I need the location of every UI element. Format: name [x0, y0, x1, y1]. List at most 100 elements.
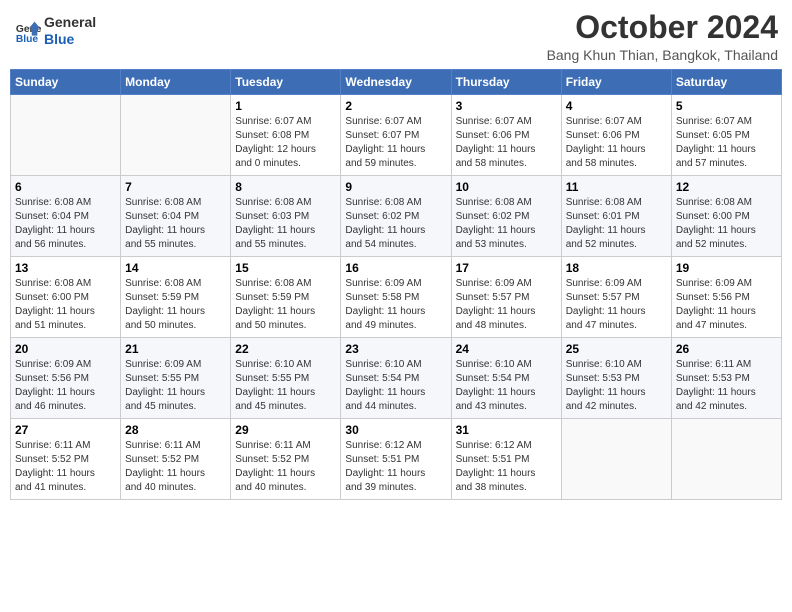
- day-number: 12: [676, 180, 777, 194]
- day-info: Sunrise: 6:08 AM Sunset: 6:02 PM Dayligh…: [456, 196, 557, 252]
- day-number: 24: [456, 342, 557, 356]
- calendar-cell: 9 Sunrise: 6:08 AM Sunset: 6:02 PM Daylig…: [341, 176, 451, 257]
- day-number: 10: [456, 180, 557, 194]
- day-header-monday: Monday: [121, 70, 231, 95]
- day-info: Sunrise: 6:08 AM Sunset: 6:04 PM Dayligh…: [15, 196, 116, 252]
- day-number: 14: [125, 261, 226, 275]
- calendar-cell: 25 Sunrise: 6:10 AM Sunset: 5:53 PM Dayli…: [561, 338, 671, 419]
- day-info: Sunrise: 6:12 AM Sunset: 5:51 PM Dayligh…: [456, 439, 557, 495]
- calendar-header-row: SundayMondayTuesdayWednesdayThursdayFrid…: [11, 70, 782, 95]
- day-number: 8: [235, 180, 336, 194]
- day-number: 5: [676, 99, 777, 113]
- calendar-cell: 26Sunrise: 6:11 AM Sunset: 5:53 PM Dayli…: [671, 338, 781, 419]
- day-info: Sunrise: 6:07 AM Sunset: 6:07 PM Dayligh…: [345, 115, 446, 171]
- location: Bang Khun Thian, Bangkok, Thailand: [547, 47, 778, 63]
- day-info: Sunrise: 6:10 AM Sunset: 5:54 PM Dayligh…: [456, 358, 557, 414]
- calendar-cell: 11 Sunrise: 6:08 AM Sunset: 6:01 PM Dayli…: [561, 176, 671, 257]
- day-number: 25: [566, 342, 667, 356]
- day-header-tuesday: Tuesday: [231, 70, 341, 95]
- calendar-cell: 31Sunrise: 6:12 AM Sunset: 5:51 PM Dayli…: [451, 419, 561, 500]
- calendar-cell: [561, 419, 671, 500]
- day-number: 3: [456, 99, 557, 113]
- calendar-cell: 5Sunrise: 6:07 AM Sunset: 6:05 PM Daylig…: [671, 95, 781, 176]
- day-header-thursday: Thursday: [451, 70, 561, 95]
- calendar-cell: 13 Sunrise: 6:08 AM Sunset: 6:00 PM Dayli…: [11, 257, 121, 338]
- day-header-wednesday: Wednesday: [341, 70, 451, 95]
- week-row-3: 13 Sunrise: 6:08 AM Sunset: 6:00 PM Dayli…: [11, 257, 782, 338]
- day-number: 9: [345, 180, 446, 194]
- day-info: Sunrise: 6:11 AM Sunset: 5:52 PM Dayligh…: [125, 439, 226, 495]
- day-number: 11: [566, 180, 667, 194]
- day-number: 13: [15, 261, 116, 275]
- day-number: 26: [676, 342, 777, 356]
- calendar-cell: 18 Sunrise: 6:09 AM Sunset: 5:57 PM Dayli…: [561, 257, 671, 338]
- day-info: Sunrise: 6:08 AM Sunset: 6:04 PM Dayligh…: [125, 196, 226, 252]
- calendar-cell: 1 Sunrise: 6:07 AM Sunset: 6:08 PM Daylig…: [231, 95, 341, 176]
- day-info: Sunrise: 6:11 AM Sunset: 5:52 PM Dayligh…: [235, 439, 336, 495]
- day-info: Sunrise: 6:08 AM Sunset: 6:01 PM Dayligh…: [566, 196, 667, 252]
- day-number: 28: [125, 423, 226, 437]
- calendar-cell: 2 Sunrise: 6:07 AM Sunset: 6:07 PM Daylig…: [341, 95, 451, 176]
- day-info: Sunrise: 6:12 AM Sunset: 5:51 PM Dayligh…: [345, 439, 446, 495]
- calendar-cell: 29 Sunrise: 6:11 AM Sunset: 5:52 PM Dayli…: [231, 419, 341, 500]
- day-number: 2: [345, 99, 446, 113]
- day-info: Sunrise: 6:08 AM Sunset: 6:00 PM Dayligh…: [676, 196, 777, 252]
- day-info: Sunrise: 6:09 AM Sunset: 5:56 PM Dayligh…: [676, 277, 777, 333]
- day-number: 23: [345, 342, 446, 356]
- day-info: Sunrise: 6:09 AM Sunset: 5:56 PM Dayligh…: [15, 358, 116, 414]
- logo-icon: General Blue: [14, 17, 42, 45]
- day-info: Sunrise: 6:08 AM Sunset: 6:02 PM Dayligh…: [345, 196, 446, 252]
- calendar-cell: 10 Sunrise: 6:08 AM Sunset: 6:02 PM Dayli…: [451, 176, 561, 257]
- day-info: Sunrise: 6:07 AM Sunset: 6:08 PM Dayligh…: [235, 115, 336, 171]
- calendar-table: SundayMondayTuesdayWednesdayThursdayFrid…: [10, 69, 782, 500]
- month-title: October 2024: [547, 10, 778, 45]
- calendar-cell: 20 Sunrise: 6:09 AM Sunset: 5:56 PM Dayli…: [11, 338, 121, 419]
- calendar-cell: 23 Sunrise: 6:10 AM Sunset: 5:54 PM Dayli…: [341, 338, 451, 419]
- day-info: Sunrise: 6:09 AM Sunset: 5:57 PM Dayligh…: [566, 277, 667, 333]
- calendar-cell: 8 Sunrise: 6:08 AM Sunset: 6:03 PM Daylig…: [231, 176, 341, 257]
- day-info: Sunrise: 6:08 AM Sunset: 5:59 PM Dayligh…: [125, 277, 226, 333]
- calendar-cell: 15Sunrise: 6:08 AM Sunset: 5:59 PM Dayli…: [231, 257, 341, 338]
- calendar-cell: 27 Sunrise: 6:11 AM Sunset: 5:52 PM Dayli…: [11, 419, 121, 500]
- calendar-cell: 12 Sunrise: 6:08 AM Sunset: 6:00 PM Dayli…: [671, 176, 781, 257]
- calendar-cell: [671, 419, 781, 500]
- day-number: 21: [125, 342, 226, 356]
- day-header-saturday: Saturday: [671, 70, 781, 95]
- day-number: 6: [15, 180, 116, 194]
- day-number: 15: [235, 261, 336, 275]
- day-number: 4: [566, 99, 667, 113]
- day-number: 27: [15, 423, 116, 437]
- calendar-cell: 6 Sunrise: 6:08 AM Sunset: 6:04 PM Daylig…: [11, 176, 121, 257]
- calendar-cell: 22 Sunrise: 6:10 AM Sunset: 5:55 PM Dayli…: [231, 338, 341, 419]
- title-block: October 2024 Bang Khun Thian, Bangkok, T…: [547, 10, 778, 63]
- day-info: Sunrise: 6:10 AM Sunset: 5:53 PM Dayligh…: [566, 358, 667, 414]
- calendar-cell: 24 Sunrise: 6:10 AM Sunset: 5:54 PM Dayli…: [451, 338, 561, 419]
- day-info: Sunrise: 6:08 AM Sunset: 6:00 PM Dayligh…: [15, 277, 116, 333]
- day-number: 17: [456, 261, 557, 275]
- day-info: Sunrise: 6:07 AM Sunset: 6:06 PM Dayligh…: [456, 115, 557, 171]
- day-number: 22: [235, 342, 336, 356]
- logo: General Blue General Blue: [14, 14, 96, 48]
- day-info: Sunrise: 6:09 AM Sunset: 5:58 PM Dayligh…: [345, 277, 446, 333]
- day-number: 18: [566, 261, 667, 275]
- day-number: 1: [235, 99, 336, 113]
- day-info: Sunrise: 6:08 AM Sunset: 6:03 PM Dayligh…: [235, 196, 336, 252]
- day-info: Sunrise: 6:09 AM Sunset: 5:57 PM Dayligh…: [456, 277, 557, 333]
- calendar-cell: 4Sunrise: 6:07 AM Sunset: 6:06 PM Daylig…: [561, 95, 671, 176]
- calendar-cell: 7Sunrise: 6:08 AM Sunset: 6:04 PM Daylig…: [121, 176, 231, 257]
- week-row-5: 27 Sunrise: 6:11 AM Sunset: 5:52 PM Dayli…: [11, 419, 782, 500]
- day-info: Sunrise: 6:11 AM Sunset: 5:52 PM Dayligh…: [15, 439, 116, 495]
- calendar-cell: 28 Sunrise: 6:11 AM Sunset: 5:52 PM Dayli…: [121, 419, 231, 500]
- day-header-sunday: Sunday: [11, 70, 121, 95]
- day-info: Sunrise: 6:09 AM Sunset: 5:55 PM Dayligh…: [125, 358, 226, 414]
- day-info: Sunrise: 6:10 AM Sunset: 5:55 PM Dayligh…: [235, 358, 336, 414]
- day-number: 20: [15, 342, 116, 356]
- day-number: 16: [345, 261, 446, 275]
- day-info: Sunrise: 6:10 AM Sunset: 5:54 PM Dayligh…: [345, 358, 446, 414]
- calendar-cell: 16 Sunrise: 6:09 AM Sunset: 5:58 PM Dayli…: [341, 257, 451, 338]
- day-number: 19: [676, 261, 777, 275]
- calendar-cell: 19 Sunrise: 6:09 AM Sunset: 5:56 PM Dayli…: [671, 257, 781, 338]
- calendar-cell: 21 Sunrise: 6:09 AM Sunset: 5:55 PM Dayli…: [121, 338, 231, 419]
- calendar-cell: 14 Sunrise: 6:08 AM Sunset: 5:59 PM Dayli…: [121, 257, 231, 338]
- day-number: 29: [235, 423, 336, 437]
